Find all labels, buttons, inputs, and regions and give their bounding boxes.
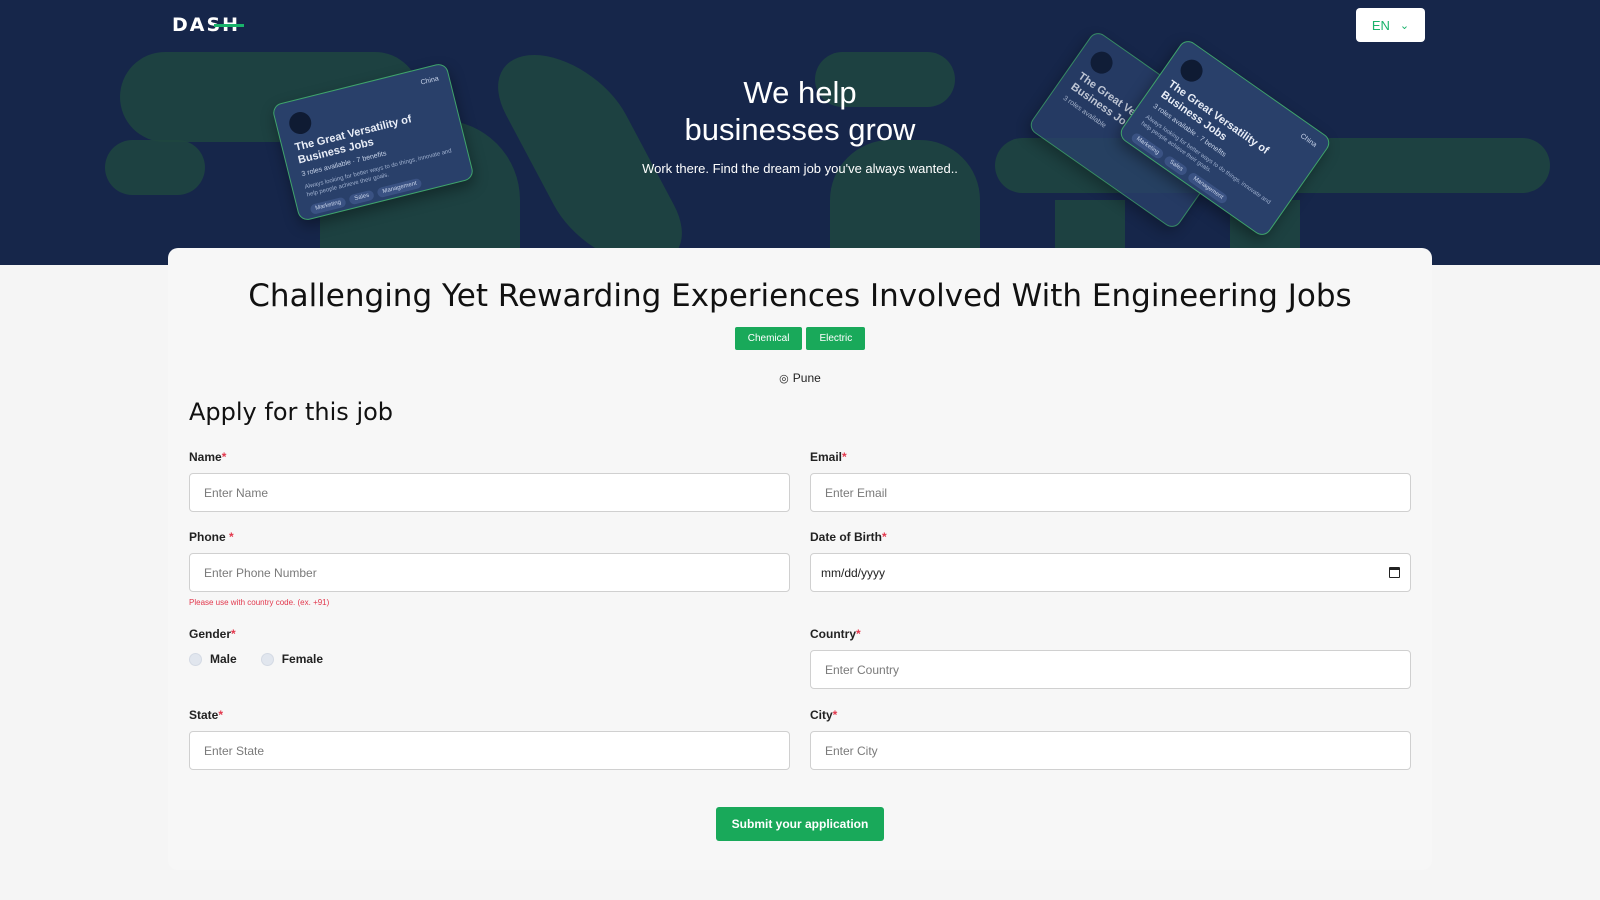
language-selector[interactable]: EN ⌄ xyxy=(1356,8,1425,42)
city-label-text: City xyxy=(810,708,833,722)
gender-radio-male[interactable] xyxy=(189,652,202,666)
phone-hint: Please use with country code. (ex. +91) xyxy=(189,598,330,607)
language-label: EN xyxy=(1371,17,1390,33)
dob-label-text: Date of Birth xyxy=(810,530,882,544)
dash-logo[interactable]: DASH xyxy=(172,14,244,36)
phone-input[interactable] xyxy=(189,553,790,592)
job-tag-electric: Electric xyxy=(806,327,866,350)
required-mark: * xyxy=(832,708,838,722)
hero-banner: DASH EN ⌄ We help businesses grow Work t… xyxy=(0,0,1600,265)
card-tag: Sales xyxy=(348,189,376,206)
location-pin-icon: ◎ xyxy=(779,373,789,385)
card-logo-icon xyxy=(1086,47,1117,78)
email-input[interactable] xyxy=(810,473,1411,512)
hero-title-line1: We help xyxy=(743,75,857,110)
email-label: Email* xyxy=(810,450,847,464)
email-label-text: Email xyxy=(810,450,843,464)
country-label-text: Country xyxy=(810,627,856,641)
city-input[interactable] xyxy=(810,731,1411,770)
job-tags: Chemical Electric xyxy=(168,327,1432,350)
gender-label: Gender* xyxy=(189,627,236,641)
dob-input[interactable]: mm/dd/yyyy xyxy=(810,553,1411,592)
dob-label: Date of Birth* xyxy=(810,530,887,544)
card-benefits: 7 benefits xyxy=(356,150,388,165)
chevron-down-icon: ⌄ xyxy=(1399,19,1410,32)
card-logo-icon xyxy=(286,109,314,137)
hero-subtitle: Work there. Find the dream job you've al… xyxy=(642,161,958,176)
hero-title-line2: businesses grow xyxy=(684,112,916,147)
required-mark: * xyxy=(842,450,847,464)
gender-radio-female[interactable] xyxy=(260,652,274,666)
country-input[interactable] xyxy=(810,650,1411,689)
gender-label-text: Gender xyxy=(189,627,232,641)
submit-application-button[interactable]: Submit your application xyxy=(716,807,884,841)
card-location: China xyxy=(1298,132,1318,149)
job-application-panel: Challenging Yet Rewarding Experiences In… xyxy=(168,248,1432,870)
required-mark: * xyxy=(882,530,887,544)
card-logo-icon xyxy=(1176,55,1207,86)
required-mark: * xyxy=(229,530,234,544)
required-mark: * xyxy=(231,627,236,641)
job-title: Challenging Yet Rewarding Experiences In… xyxy=(248,278,1352,314)
job-location-text: Pune xyxy=(792,371,821,385)
phone-label: Phone * xyxy=(189,530,234,544)
gender-option-male[interactable]: Male xyxy=(210,652,237,666)
country-label: Country* xyxy=(810,627,861,641)
required-mark: * xyxy=(221,450,227,464)
job-location: ◎ Pune xyxy=(168,371,1432,385)
name-label-text: Name xyxy=(189,450,222,464)
phone-label-text: Phone xyxy=(189,530,230,544)
logo-accent-bar xyxy=(214,24,244,27)
job-tag-chemical: Chemical xyxy=(734,327,803,350)
gender-options: Male Female xyxy=(189,652,323,666)
gender-option-female[interactable]: Female xyxy=(282,652,323,666)
dob-value: mm/dd/yyyy xyxy=(821,565,886,580)
card-location: China xyxy=(420,75,440,87)
apply-heading: Apply for this job xyxy=(189,398,394,426)
hero-bg-shape xyxy=(830,140,980,265)
hero-title: We help businesses grow xyxy=(0,74,1600,148)
required-mark: * xyxy=(218,708,224,722)
state-label: State* xyxy=(189,708,223,722)
name-input[interactable] xyxy=(189,473,790,512)
state-input[interactable] xyxy=(189,731,790,770)
city-label: City* xyxy=(810,708,837,722)
calendar-icon[interactable] xyxy=(1389,567,1400,578)
required-mark: * xyxy=(856,627,861,641)
name-label: Name* xyxy=(189,450,226,464)
state-label-text: State xyxy=(189,708,219,722)
